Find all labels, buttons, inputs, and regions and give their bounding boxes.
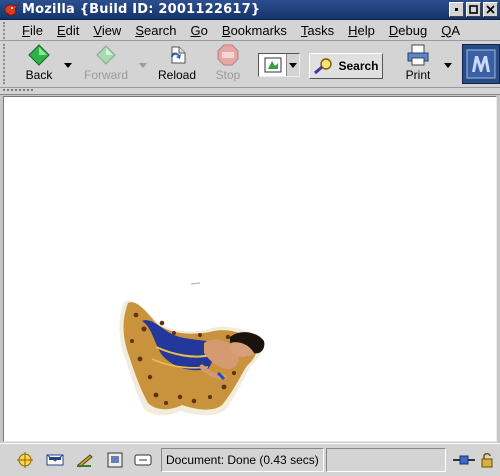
menu-debug[interactable]: Debug [382,23,434,38]
theme-preview-icon [259,54,287,76]
print-dropdown-icon[interactable] [444,63,452,68]
print-button[interactable]: Print [400,43,436,85]
personal-toolbar-grip[interactable] [3,89,33,93]
title-bar[interactable]: Mozilla {Build ID: 2001122617} [0,0,500,20]
address-book-icon[interactable] [104,450,126,470]
stop-label: Stop [215,68,241,82]
progress-panel [326,448,446,472]
menu-qa[interactable]: QA [434,23,467,38]
status-bar: Document: Done (0.43 secs) [0,443,500,476]
personal-toolbar [0,88,500,95]
menu-bookmarks[interactable]: Bookmarks [215,23,294,38]
theme-selector[interactable] [258,53,300,77]
composer-icon[interactable] [74,450,96,470]
menu-search[interactable]: Search [128,23,183,38]
chatzilla-icon[interactable] [132,450,154,470]
mail-icon[interactable] [44,450,66,470]
search-button[interactable]: Search [309,53,383,79]
theme-dropdown-icon[interactable] [287,54,299,76]
forward-arrow-icon [96,45,116,65]
reload-button[interactable]: Reload [156,43,198,85]
search-magnifier-icon [314,58,333,75]
back-label: Back [25,68,53,82]
reload-icon [171,46,186,64]
navigator-icon[interactable] [14,450,36,470]
toolbar-grip[interactable] [3,44,11,84]
back-dropdown-icon[interactable] [64,63,72,68]
menubar-grip[interactable] [3,21,11,39]
print-label: Print [405,68,431,82]
window-close-icon[interactable] [483,2,498,17]
dancer-photo [119,282,265,416]
mozilla-m-logo-icon[interactable] [462,44,500,84]
forward-label: Forward [83,68,128,82]
page-content [3,96,497,442]
reload-label: Reload [157,68,197,82]
menu-view[interactable]: View [86,23,128,38]
printer-icon [407,44,429,66]
back-button[interactable]: Back [20,43,58,85]
stop-icon [217,44,239,66]
window-title: Mozilla {Build ID: 2001122617} [22,2,261,17]
menu-help[interactable]: Help [341,23,382,38]
search-label: Search [338,59,379,73]
stop-button[interactable]: Stop [211,43,245,85]
window-maximize-icon[interactable] [466,2,481,17]
menu-tasks[interactable]: Tasks [294,23,341,38]
online-connection-icon[interactable] [452,450,476,470]
menu-file[interactable]: File [15,23,50,38]
mozilla-lizard-icon[interactable] [0,0,22,20]
back-arrow-icon [28,44,50,66]
forward-dropdown-icon[interactable] [139,63,147,68]
window-minimize-icon[interactable] [449,2,464,17]
navigation-toolbar: Back Forward Reload Stop Search Print [0,41,500,88]
status-text: Document: Done (0.43 secs) [161,448,324,472]
menu-bar: File Edit View Search Go Bookmarks Tasks… [0,20,500,41]
menu-edit[interactable]: Edit [50,23,86,38]
security-lock-icon[interactable] [478,450,496,470]
menu-go[interactable]: Go [184,23,215,38]
forward-button[interactable]: Forward [80,43,132,85]
